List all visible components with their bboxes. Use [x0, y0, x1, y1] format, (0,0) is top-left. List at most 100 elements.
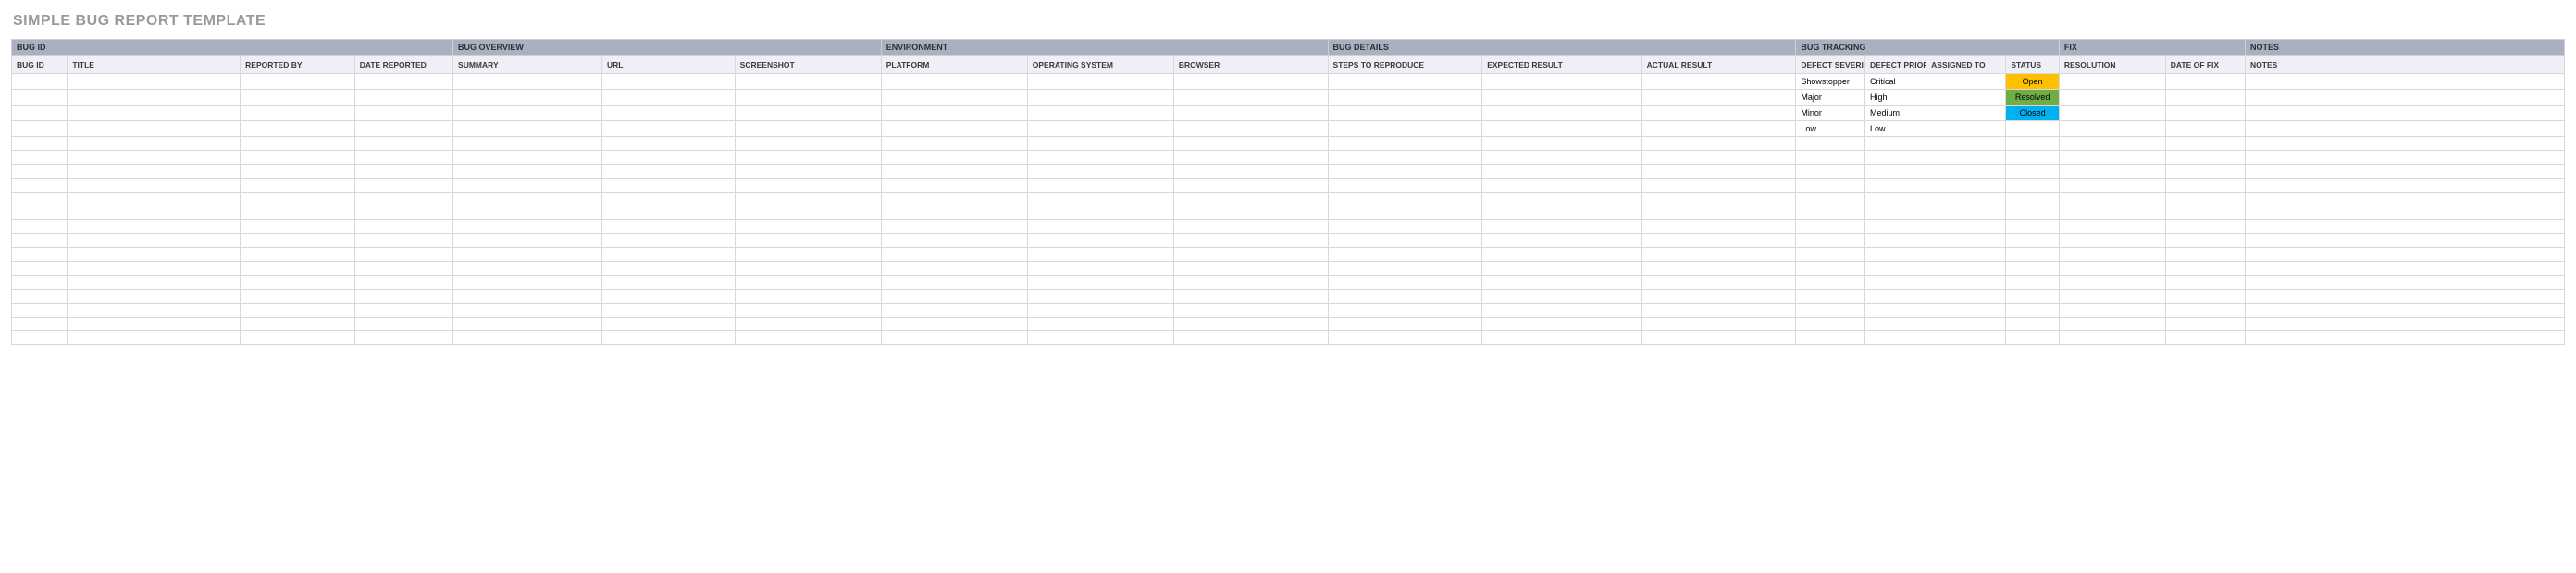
cell-date-of-fix[interactable]: [2165, 179, 2245, 193]
cell-bug-id[interactable]: [12, 276, 68, 290]
cell-steps-to-reproduce[interactable]: [1328, 121, 1482, 137]
cell-url[interactable]: [601, 165, 735, 179]
table-row[interactable]: LowLow: [12, 121, 2565, 137]
cell-operating-system[interactable]: [1027, 165, 1173, 179]
cell-summary[interactable]: [453, 121, 602, 137]
cell-steps-to-reproduce[interactable]: [1328, 74, 1482, 90]
cell-defect-severity[interactable]: [1796, 206, 1865, 220]
cell-reported-by[interactable]: [241, 179, 355, 193]
cell-date-of-fix[interactable]: [2165, 220, 2245, 234]
cell-url[interactable]: [601, 331, 735, 345]
cell-assigned-to[interactable]: [1926, 234, 2006, 248]
cell-date-of-fix[interactable]: [2165, 304, 2245, 318]
table-row[interactable]: [12, 331, 2565, 345]
cell-title[interactable]: [68, 318, 241, 331]
table-row[interactable]: MajorHighResolved: [12, 90, 2565, 106]
cell-summary[interactable]: [453, 206, 602, 220]
cell-url[interactable]: [601, 193, 735, 206]
table-row[interactable]: [12, 193, 2565, 206]
cell-actual-result[interactable]: [1641, 206, 1796, 220]
cell-date-reported[interactable]: [354, 248, 452, 262]
cell-browser[interactable]: [1173, 151, 1328, 165]
cell-browser[interactable]: [1173, 318, 1328, 331]
cell-bug-id[interactable]: [12, 262, 68, 276]
cell-bug-id[interactable]: [12, 193, 68, 206]
cell-resolution[interactable]: [2059, 90, 2165, 106]
cell-reported-by[interactable]: [241, 262, 355, 276]
cell-actual-result[interactable]: [1641, 318, 1796, 331]
cell-steps-to-reproduce[interactable]: [1328, 290, 1482, 304]
cell-defect-severity[interactable]: [1796, 220, 1865, 234]
cell-steps-to-reproduce[interactable]: [1328, 331, 1482, 345]
cell-date-reported[interactable]: [354, 193, 452, 206]
table-row[interactable]: MinorMediumClosed: [12, 106, 2565, 121]
cell-url[interactable]: [601, 262, 735, 276]
cell-status[interactable]: [2006, 262, 2059, 276]
cell-notes[interactable]: [2246, 151, 2565, 165]
cell-bug-id[interactable]: [12, 234, 68, 248]
cell-resolution[interactable]: [2059, 206, 2165, 220]
cell-title[interactable]: [68, 331, 241, 345]
cell-operating-system[interactable]: [1027, 206, 1173, 220]
cell-screenshot[interactable]: [735, 179, 881, 193]
cell-summary[interactable]: [453, 331, 602, 345]
cell-expected-result[interactable]: [1482, 121, 1641, 137]
cell-reported-by[interactable]: [241, 290, 355, 304]
cell-steps-to-reproduce[interactable]: [1328, 151, 1482, 165]
cell-actual-result[interactable]: [1641, 106, 1796, 121]
cell-date-of-fix[interactable]: [2165, 193, 2245, 206]
cell-bug-id[interactable]: [12, 248, 68, 262]
cell-date-reported[interactable]: [354, 318, 452, 331]
cell-bug-id[interactable]: [12, 179, 68, 193]
cell-resolution[interactable]: [2059, 74, 2165, 90]
cell-status[interactable]: [2006, 276, 2059, 290]
cell-expected-result[interactable]: [1482, 151, 1641, 165]
cell-browser[interactable]: [1173, 262, 1328, 276]
cell-platform[interactable]: [881, 151, 1027, 165]
cell-title[interactable]: [68, 106, 241, 121]
cell-date-of-fix[interactable]: [2165, 165, 2245, 179]
table-row[interactable]: [12, 234, 2565, 248]
cell-resolution[interactable]: [2059, 304, 2165, 318]
cell-platform[interactable]: [881, 206, 1027, 220]
cell-platform[interactable]: [881, 331, 1027, 345]
cell-steps-to-reproduce[interactable]: [1328, 206, 1482, 220]
cell-defect-priority[interactable]: [1865, 179, 1926, 193]
cell-defect-priority[interactable]: [1865, 165, 1926, 179]
cell-date-reported[interactable]: [354, 137, 452, 151]
cell-browser[interactable]: [1173, 276, 1328, 290]
cell-defect-priority[interactable]: [1865, 137, 1926, 151]
cell-bug-id[interactable]: [12, 151, 68, 165]
cell-defect-priority[interactable]: Low: [1865, 121, 1926, 137]
cell-defect-severity[interactable]: [1796, 276, 1865, 290]
cell-date-reported[interactable]: [354, 106, 452, 121]
cell-bug-id[interactable]: [12, 106, 68, 121]
cell-defect-severity[interactable]: [1796, 179, 1865, 193]
cell-date-reported[interactable]: [354, 179, 452, 193]
cell-screenshot[interactable]: [735, 304, 881, 318]
cell-reported-by[interactable]: [241, 248, 355, 262]
cell-bug-id[interactable]: [12, 304, 68, 318]
cell-operating-system[interactable]: [1027, 262, 1173, 276]
cell-status[interactable]: Closed: [2006, 106, 2059, 121]
cell-resolution[interactable]: [2059, 248, 2165, 262]
cell-title[interactable]: [68, 165, 241, 179]
cell-summary[interactable]: [453, 318, 602, 331]
cell-assigned-to[interactable]: [1926, 90, 2006, 106]
cell-operating-system[interactable]: [1027, 179, 1173, 193]
cell-assigned-to[interactable]: [1926, 74, 2006, 90]
cell-steps-to-reproduce[interactable]: [1328, 179, 1482, 193]
cell-bug-id[interactable]: [12, 290, 68, 304]
cell-resolution[interactable]: [2059, 137, 2165, 151]
cell-status[interactable]: Open: [2006, 74, 2059, 90]
cell-operating-system[interactable]: [1027, 74, 1173, 90]
cell-url[interactable]: [601, 290, 735, 304]
cell-operating-system[interactable]: [1027, 318, 1173, 331]
cell-status[interactable]: [2006, 165, 2059, 179]
cell-bug-id[interactable]: [12, 318, 68, 331]
table-row[interactable]: [12, 276, 2565, 290]
cell-status[interactable]: [2006, 290, 2059, 304]
cell-screenshot[interactable]: [735, 137, 881, 151]
cell-screenshot[interactable]: [735, 206, 881, 220]
cell-resolution[interactable]: [2059, 121, 2165, 137]
